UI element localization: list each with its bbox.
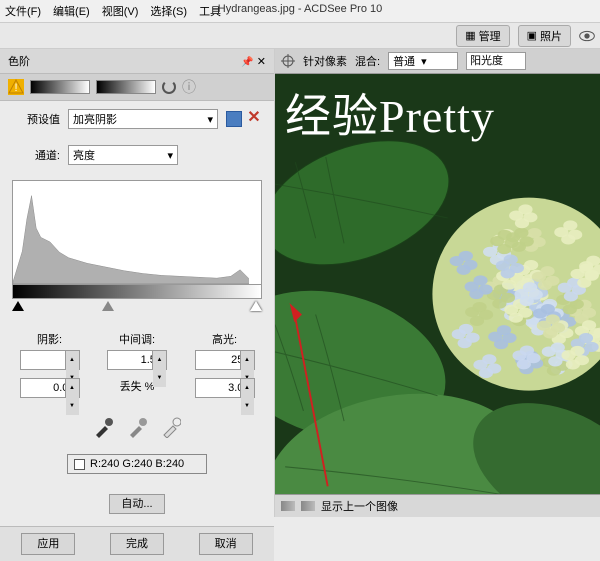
canvas-toolbar: 针对像素 混合: 普通▾ 阳光度 [275,49,600,74]
gray-eyedropper-icon[interactable] [127,416,147,438]
done-button[interactable]: 完成 [110,533,164,555]
photo-button[interactable]: ▣照片 [518,25,571,47]
image-overlay-text: 经验Pretty [285,80,495,146]
menu-select[interactable]: 选择(S) [150,3,187,19]
pin-icon[interactable]: 📌 [241,57,253,68]
canvas-status-bar: 显示上一个图像 [275,494,600,517]
rgb-readout: R:240 G:240 B:240 [67,454,207,474]
preset-label: 预设值 [12,111,60,127]
channel-label: 通道: [12,147,60,163]
panel-title: 色阶 [8,53,30,69]
target-label: 针对像素 [303,53,347,69]
gradient-preview-2 [96,80,156,94]
highlight-label: 高光: [212,331,237,347]
channel-select[interactable]: 亮度▾ [68,145,178,165]
white-point-handle[interactable] [250,301,262,311]
histogram-mini-icon[interactable] [281,501,295,511]
gradient-bar [12,285,262,299]
mode-toolbar: ▦管理 ▣照片 [0,23,600,49]
window-title: Hydrangeas.jpg - ACDSee Pro 10 [218,3,382,15]
menu-edit[interactable]: 编辑(E) [53,3,90,19]
delete-preset-icon[interactable]: ✕ [246,111,262,127]
gradient-preview-1 [30,80,90,94]
refresh-icon[interactable] [162,80,176,94]
highlight-input[interactable]: 251▲▼ [195,350,255,370]
crosshair-icon[interactable] [281,54,295,68]
panel-toolbar: ! ⓘ [0,74,274,101]
exposure-field[interactable]: 阳光度 [466,52,526,70]
midtone-label: 中间调: [119,331,155,347]
histogram [12,180,262,285]
auto-button[interactable]: 自动... [109,494,165,514]
black-eyedropper-icon[interactable] [93,416,113,438]
close-icon[interactable]: ✕ [257,56,266,68]
menu-file[interactable]: 文件(F) [5,3,41,19]
gray-point-handle[interactable] [102,301,114,311]
white-eyedropper-icon[interactable] [161,416,181,438]
eye-icon[interactable] [579,30,595,42]
preset-select[interactable]: 加亮阴影▾ [68,109,218,129]
info-icon[interactable]: ⓘ [182,77,196,97]
warning-icon[interactable]: ! [8,79,24,95]
out-black-input[interactable]: 0.00▲▼ [20,378,80,398]
out-white-input[interactable]: 3.01▲▼ [195,378,255,398]
image-canvas[interactable]: 经验Pretty [275,74,600,494]
shadow-input[interactable]: 0▲▼ [20,350,80,370]
status-text: 显示上一个图像 [321,498,398,514]
manage-button[interactable]: ▦管理 [456,25,509,47]
levels-panel: 色阶 📌 ✕ ! ⓘ 预设值 加亮阴影▾ ✕ 通道: 亮度▾ [0,49,275,517]
histogram-mini-icon-2[interactable] [301,501,315,511]
levels-slider[interactable] [12,301,262,315]
cancel-button[interactable]: 取消 [199,533,253,555]
midtone-input[interactable]: 1.57▲▼ [107,350,167,370]
rgb-checkbox[interactable] [74,459,85,470]
apply-button[interactable]: 应用 [21,533,75,555]
blend-select[interactable]: 普通▾ [388,52,458,70]
blend-label: 混合: [355,53,380,69]
save-preset-icon[interactable] [226,111,242,127]
black-point-handle[interactable] [12,301,24,311]
svg-text:!: ! [14,82,17,94]
menu-view[interactable]: 视图(V) [102,3,139,19]
loss-label: 丢失 % [120,378,155,394]
shadow-label: 阴影: [37,331,62,347]
